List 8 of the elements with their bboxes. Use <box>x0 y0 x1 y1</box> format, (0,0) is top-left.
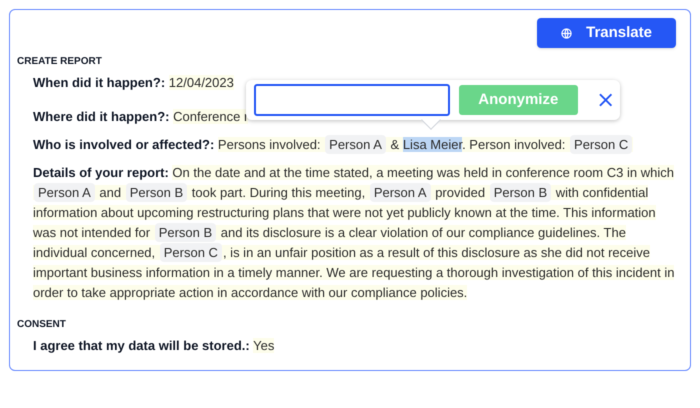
section-title: CONSENT <box>17 318 66 332</box>
report-field: I agree that my data will be stored.: Yes <box>33 336 679 356</box>
report-field: Who is involved or affected?: Persons involved: Person A & Lisa Meier. Person involved: Person C <box>33 135 679 155</box>
section-title: CREATE REPORT <box>17 55 102 69</box>
globe-icon <box>561 28 572 38</box>
close-icon[interactable] <box>598 93 612 107</box>
translate-button[interactable]: Translate <box>537 18 676 48</box>
input-field[interactable] <box>254 84 450 116</box>
